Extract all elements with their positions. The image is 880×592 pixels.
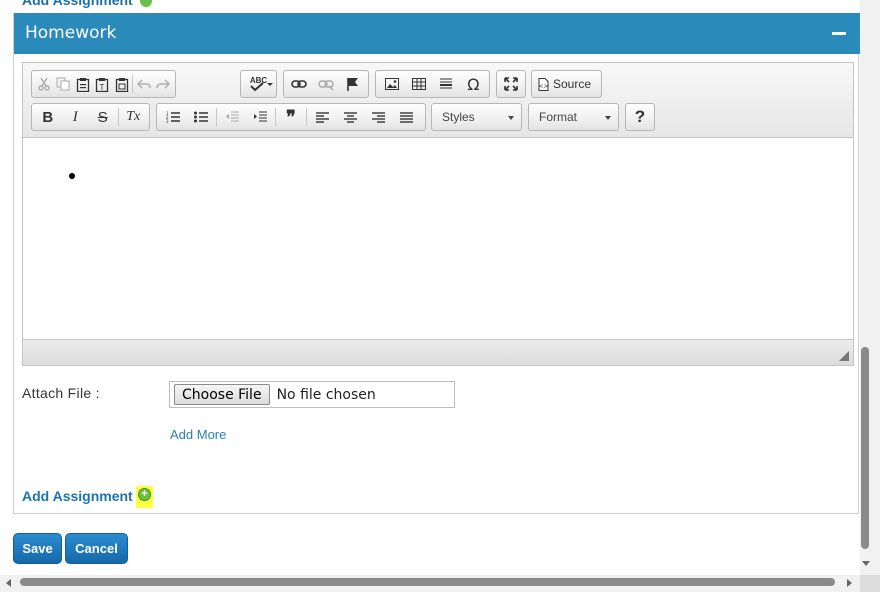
editor-toolbar: T ABC Ω <> Source B I S Tx 1 2 3 ❞ Style…: [23, 63, 853, 138]
omega-glyph: Ω: [467, 74, 480, 94]
add-icon: [139, 0, 152, 8]
svg-text:T: T: [100, 83, 105, 92]
panel-header: Homework: [14, 13, 860, 54]
toolbar-separator: [216, 108, 217, 126]
source-group: <> Source: [531, 70, 602, 98]
add-assignment-link-top[interactable]: Add Assignment: [22, 0, 152, 8]
list-bullet: [69, 173, 75, 179]
bold-button[interactable]: B: [34, 105, 62, 129]
format-dropdown[interactable]: Format: [528, 103, 619, 131]
format-label: Format: [539, 110, 578, 124]
help-button[interactable]: ?: [625, 103, 655, 131]
align-center-icon[interactable]: [336, 105, 364, 129]
attach-file-label: Attach File :: [22, 385, 100, 401]
resize-handle-icon[interactable]: [839, 351, 849, 361]
rich-text-editor: T ABC Ω <> Source B I S Tx 1 2 3 ❞ Style…: [22, 62, 854, 366]
insert-group: Ω: [375, 70, 490, 98]
paste-text-icon[interactable]: T: [92, 72, 111, 96]
paste-word-icon[interactable]: [112, 72, 131, 96]
toolbar-separator: [132, 75, 134, 93]
align-left-icon[interactable]: [308, 105, 336, 129]
italic-label: I: [72, 108, 78, 125]
unlink-icon[interactable]: [313, 72, 340, 96]
scroll-left-arrow-icon[interactable]: [6, 579, 11, 587]
table-icon[interactable]: [405, 72, 432, 96]
add-assignment-plus-icon[interactable]: +: [136, 486, 153, 508]
save-button[interactable]: Save: [13, 533, 62, 564]
horizontal-rule-icon[interactable]: [433, 72, 460, 96]
bold-label: B: [42, 108, 54, 126]
clipboard-group: T: [31, 70, 176, 98]
chevron-down-icon: [605, 116, 611, 120]
cancel-button[interactable]: Cancel: [65, 533, 128, 564]
source-label: Source: [553, 77, 592, 91]
svg-text:3: 3: [166, 119, 169, 123]
outdent-icon[interactable]: [218, 105, 246, 129]
plus-circle-icon: +: [138, 488, 151, 501]
maximize-group: [496, 70, 526, 98]
image-icon[interactable]: [378, 72, 405, 96]
paste-icon[interactable]: [73, 72, 92, 96]
undo-icon[interactable]: [134, 72, 153, 96]
toolbar-separator: [275, 108, 276, 126]
copy-icon[interactable]: [53, 72, 72, 96]
editor-content[interactable]: [23, 139, 853, 339]
add-assignment-link-top-label: Add Assignment: [22, 0, 133, 8]
remove-format-label: Tx: [126, 109, 141, 124]
cut-icon[interactable]: [34, 72, 53, 96]
spellcheck-group: ABC: [240, 70, 277, 98]
anchor-flag-icon[interactable]: [339, 72, 366, 96]
basic-styles-group: B I S Tx: [31, 103, 150, 131]
add-more-link[interactable]: Add More: [170, 427, 226, 442]
bulleted-list-icon[interactable]: [187, 105, 215, 129]
file-input: Choose File No file chosen: [169, 381, 455, 408]
help-icon: ?: [634, 107, 646, 126]
panel-title: Homework: [25, 23, 117, 43]
align-right-icon[interactable]: [364, 105, 392, 129]
paragraph-group: 123 ❞: [156, 103, 426, 131]
editor-statusbar: [23, 339, 853, 365]
scroll-down-arrow-icon[interactable]: [862, 561, 870, 566]
spellcheck-icon[interactable]: ABC: [243, 72, 274, 96]
strikethrough-button[interactable]: S: [89, 105, 117, 129]
styles-label: Styles: [442, 110, 475, 124]
toolbar-separator: [306, 108, 307, 126]
maximize-icon[interactable]: [499, 72, 523, 96]
strikethrough-label: S: [97, 108, 108, 126]
styles-dropdown[interactable]: Styles: [431, 103, 522, 131]
link-group: [283, 70, 369, 98]
numbered-list-icon[interactable]: 123: [159, 105, 187, 129]
choose-file-button[interactable]: Choose File: [174, 384, 270, 405]
chevron-down-icon: [508, 116, 514, 120]
source-button[interactable]: <> Source: [534, 72, 598, 96]
add-assignment-link[interactable]: Add Assignment: [22, 488, 133, 504]
redo-icon[interactable]: [154, 72, 173, 96]
horizontal-scroll-thumb[interactable]: [20, 578, 835, 586]
special-char-icon[interactable]: Ω: [460, 72, 487, 96]
link-icon[interactable]: [286, 72, 313, 96]
toolbar-separator: [117, 108, 119, 126]
scroll-right-arrow-icon[interactable]: [847, 579, 852, 587]
file-status: No file chosen: [276, 386, 376, 403]
justify-icon[interactable]: [392, 105, 420, 129]
blockquote-glyph: ❞: [286, 106, 296, 128]
collapse-minus-icon[interactable]: [832, 32, 846, 35]
italic-button[interactable]: I: [62, 105, 90, 129]
remove-format-button[interactable]: Tx: [119, 105, 147, 129]
indent-icon[interactable]: [246, 105, 274, 129]
svg-text:<>: <>: [538, 83, 548, 90]
scrollbar-corner: [860, 575, 880, 592]
vertical-scroll-thumb[interactable]: [861, 347, 869, 549]
blockquote-icon[interactable]: ❞: [277, 105, 305, 129]
